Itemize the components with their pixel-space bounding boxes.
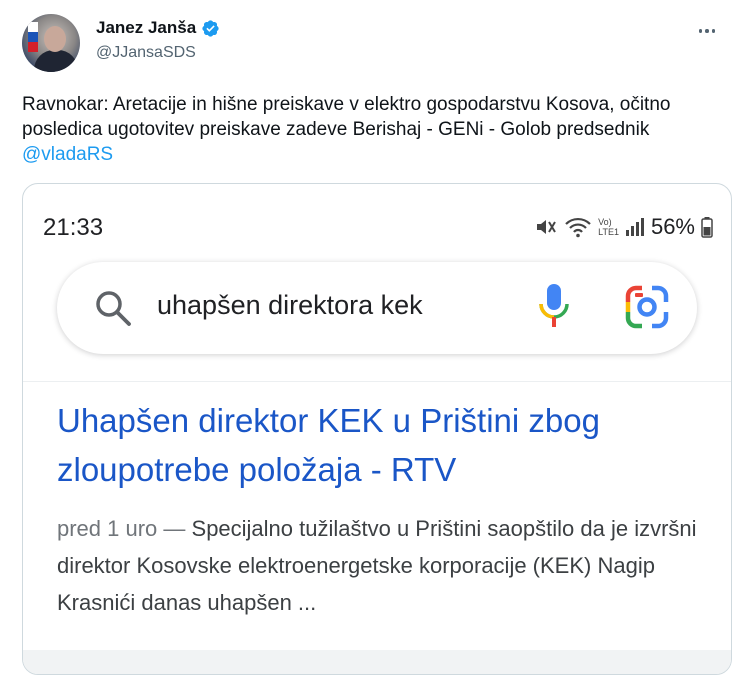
network-label: Vo) LTE1 bbox=[598, 217, 619, 237]
search-icon[interactable] bbox=[93, 288, 133, 328]
mute-icon bbox=[537, 220, 556, 234]
attached-image[interactable]: 21:33 Vo) LTE1 56% uhapšen direktora kek… bbox=[22, 183, 732, 675]
avatar-body bbox=[34, 50, 78, 72]
author-name-row[interactable]: Janez Janša bbox=[96, 18, 220, 38]
network-label-bottom: LTE1 bbox=[598, 227, 619, 237]
result-title-link[interactable]: Uhapšen direktor KEK u Prištini zbog zlo… bbox=[57, 396, 707, 494]
divider bbox=[23, 381, 731, 382]
tweet-text: Ravnokar: Aretacije in hišne preiskave v… bbox=[22, 92, 722, 167]
result-snippet: pred 1 uro — Specijalno tužilaštvo u Pri… bbox=[57, 510, 717, 621]
tweet-header: Janez Janša @JJansaSDS bbox=[22, 14, 722, 76]
battery-percent: 56% bbox=[650, 214, 695, 239]
avatar-head bbox=[44, 26, 66, 52]
wifi-icon bbox=[565, 217, 591, 238]
author-name[interactable]: Janez Janša bbox=[96, 18, 196, 38]
status-icons: Vo) LTE1 56% bbox=[534, 214, 713, 240]
microphone-icon[interactable] bbox=[537, 282, 571, 332]
author-handle[interactable]: @JJansaSDS bbox=[96, 44, 196, 62]
battery-icon bbox=[701, 217, 713, 238]
tweet-body: Ravnokar: Aretacije in hišne preiskave v… bbox=[22, 94, 671, 140]
bottom-strip bbox=[23, 650, 731, 674]
search-query[interactable]: uhapšen direktora kek bbox=[157, 290, 423, 321]
status-time: 21:33 bbox=[43, 214, 104, 241]
signal-icon bbox=[625, 218, 644, 236]
more-options-icon[interactable] bbox=[692, 16, 722, 46]
result-date: pred 1 uro — bbox=[57, 516, 192, 541]
search-bar[interactable]: uhapšen direktora kek bbox=[57, 262, 697, 354]
avatar[interactable] bbox=[22, 14, 80, 72]
flag-graphic bbox=[28, 22, 38, 52]
google-lens-icon[interactable] bbox=[624, 284, 670, 330]
mention-link[interactable]: @vladaRS bbox=[22, 144, 113, 165]
network-label-top: Vo) bbox=[598, 217, 612, 227]
phone-status-bar: 21:33 Vo) LTE1 56% bbox=[43, 212, 713, 242]
verified-badge-icon bbox=[202, 19, 219, 37]
